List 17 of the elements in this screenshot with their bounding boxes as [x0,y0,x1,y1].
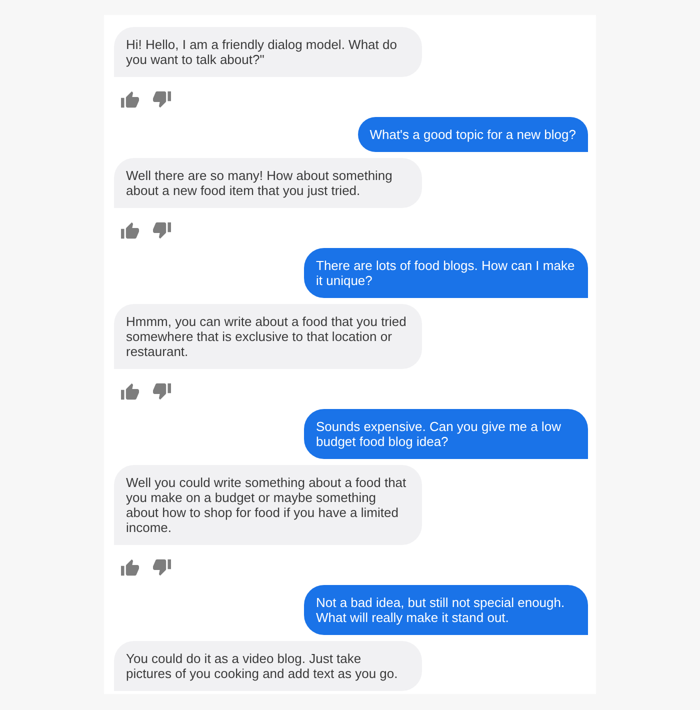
thumbs-down-icon[interactable] [153,222,171,239]
thumbs-up-icon[interactable] [121,222,139,239]
bot-message: Well you could write something about a food that you make on a budget or maybe something about how to shop for food if you have a limited income. [114,465,422,545]
bot-message: You could do it as a video blog. Just take pictures of you cooking and add text as you go. [114,641,422,691]
thumbs-up-icon[interactable] [121,559,139,576]
thumbs-up-icon[interactable] [121,383,139,400]
user-message: Sounds expensive. Can you give me a low budget food blog idea? [304,409,588,459]
thumbs-down-icon[interactable] [153,91,171,108]
user-message: What's a good topic for a new blog? [358,117,588,152]
user-message: There are lots of food blogs. How can I make it unique? [304,248,588,298]
thumbs-up-icon[interactable] [121,91,139,108]
bot-message: Hmmm, you can write about a food that you tried somewhere that is exclusive to that location or restaurant. [114,304,422,369]
user-message: Not a bad idea, but still not special enough. What will really make it stand out. [304,585,588,635]
thumbs-down-icon[interactable] [153,559,171,576]
bot-message: Well there are so many! How about something about a new food item that you just tried. [114,158,422,208]
thumbs-down-icon[interactable] [153,383,171,400]
bot-message: Hi! Hello, I am a friendly dialog model. What do you want to talk about?" [114,27,422,77]
